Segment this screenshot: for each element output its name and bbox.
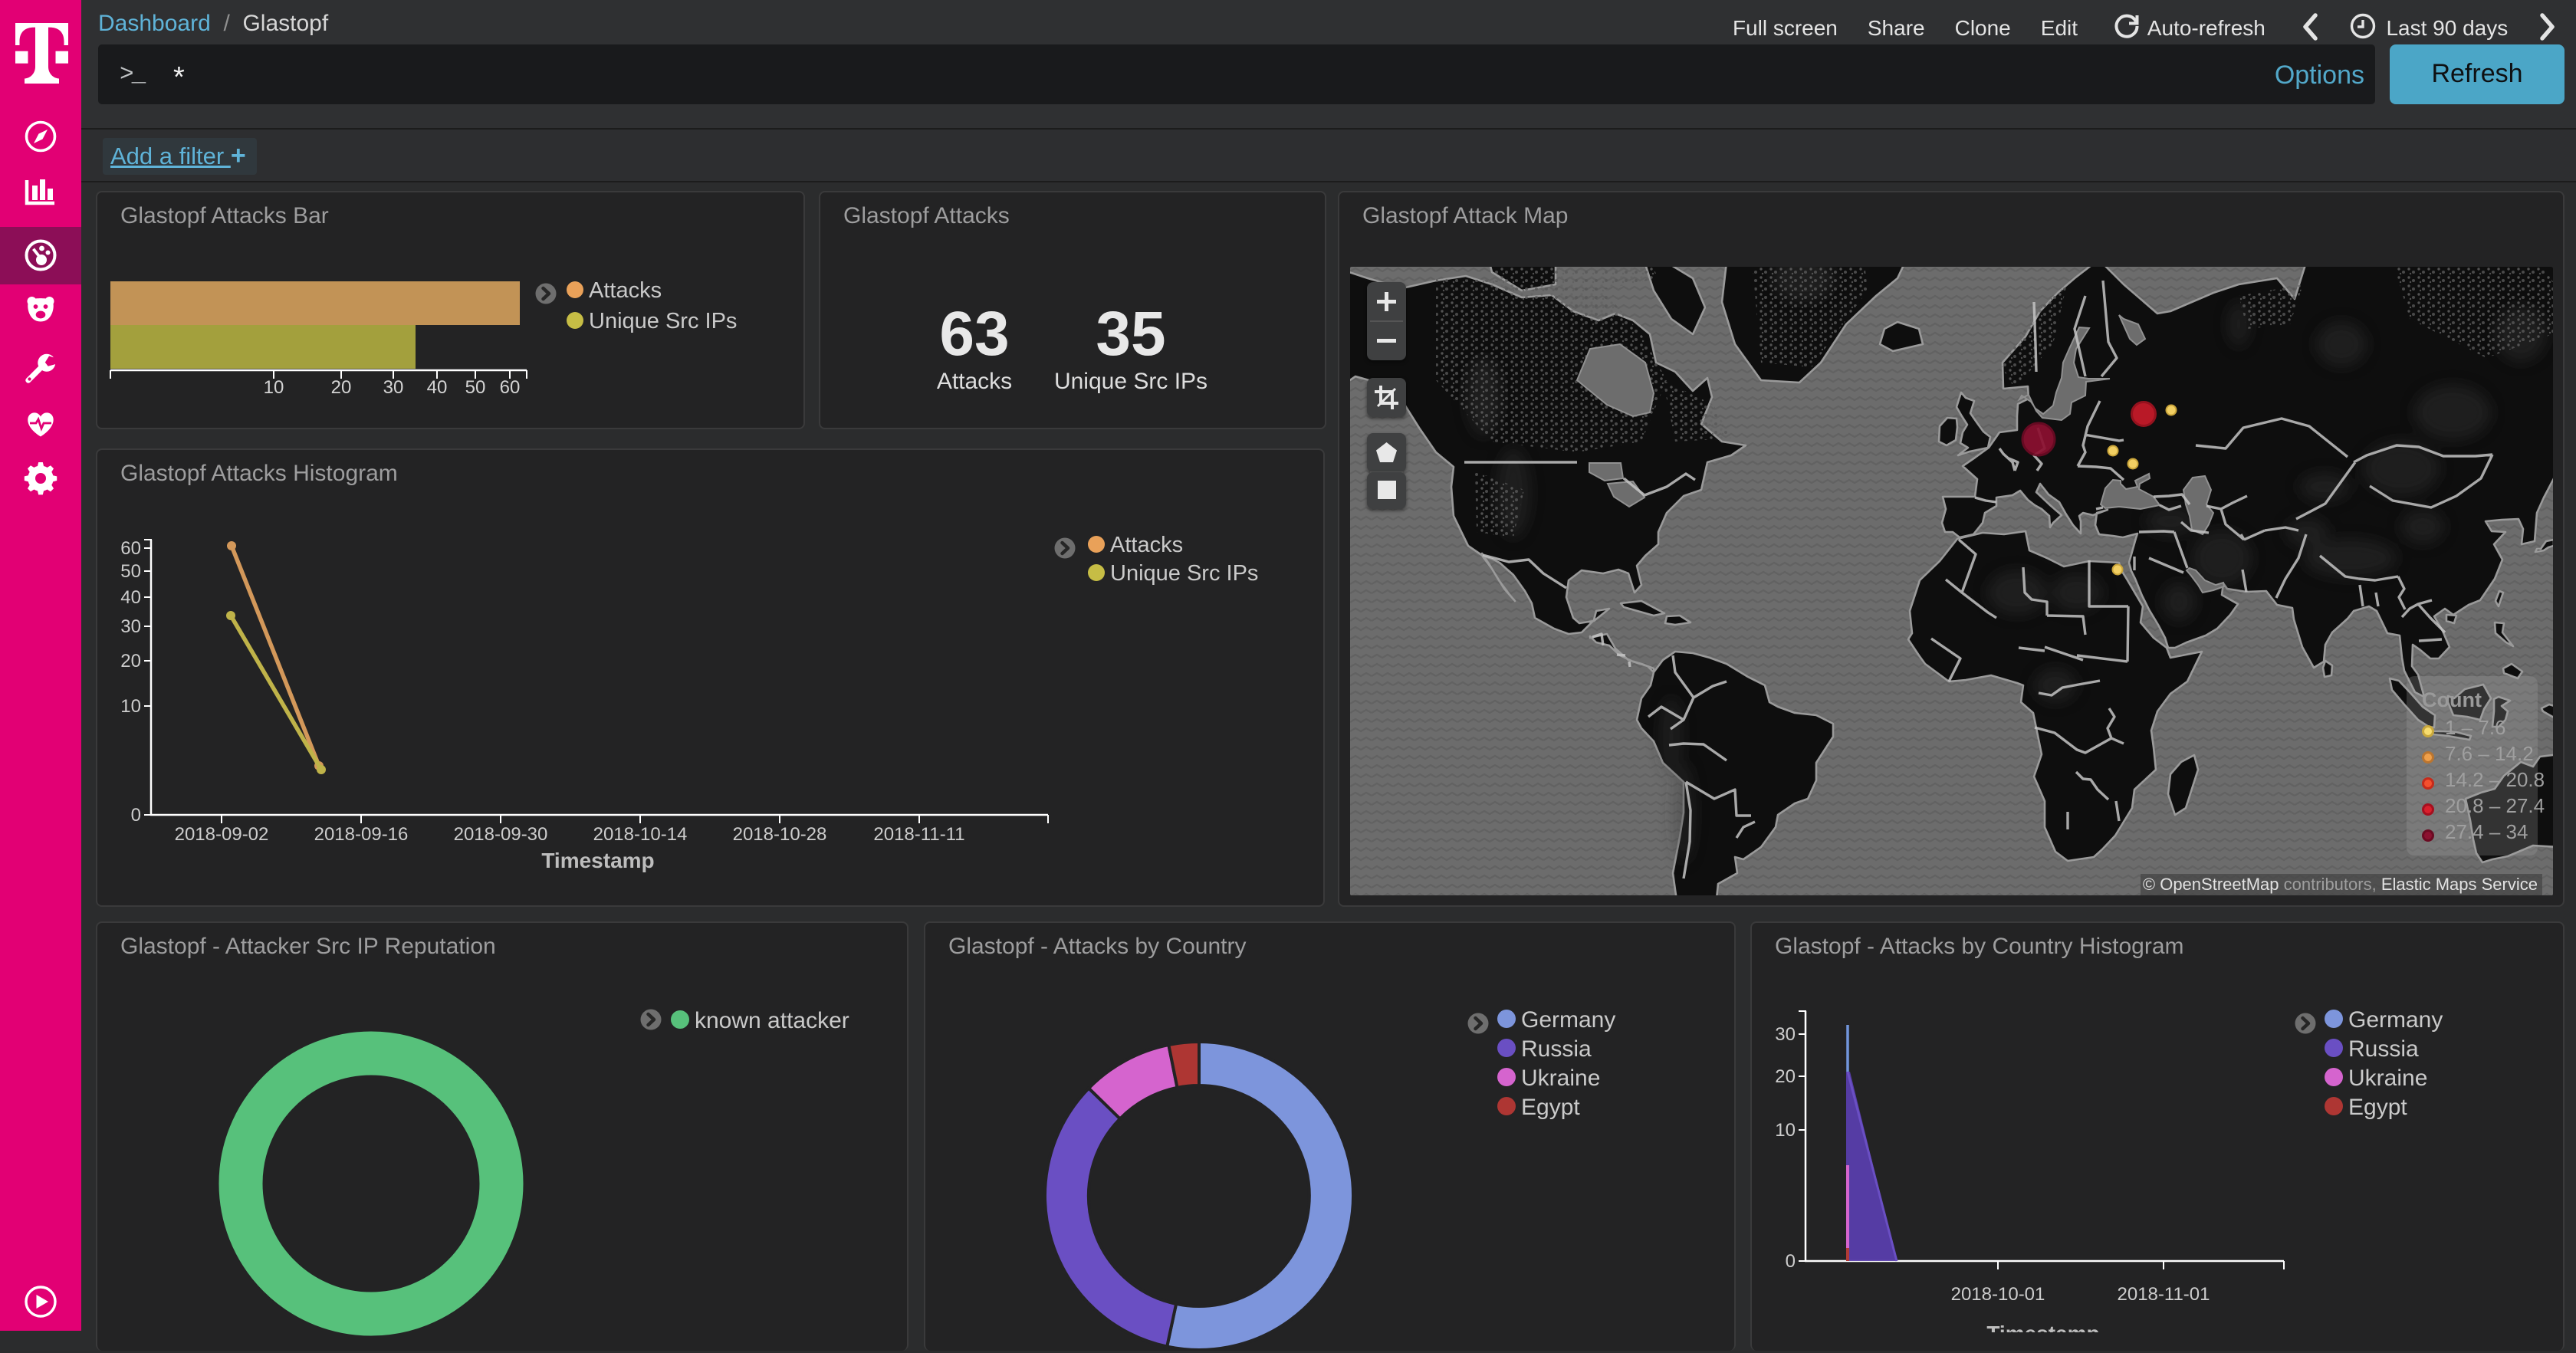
svg-text:50: 50: [120, 561, 141, 582]
svg-text:Egypt: Egypt: [2348, 1095, 2407, 1120]
svg-text:Unique Src IPs: Unique Src IPs: [1110, 561, 1258, 586]
svg-text:Attacks: Attacks: [589, 278, 662, 303]
svg-text:Ukraine: Ukraine: [1521, 1066, 1600, 1091]
svg-text:Ukraine: Ukraine: [2348, 1066, 2427, 1091]
svg-text:60: 60: [120, 538, 141, 559]
svg-text:known attacker: known attacker: [695, 1008, 849, 1033]
svg-text:10: 10: [1775, 1120, 1796, 1141]
svg-text:Timestamp: Timestamp: [541, 849, 654, 872]
svg-text:Unique Src IPs: Unique Src IPs: [589, 309, 737, 333]
svg-text:0: 0: [1786, 1251, 1796, 1272]
svg-text:50: 50: [465, 377, 486, 398]
svg-text:2018-11-11: 2018-11-11: [873, 824, 964, 845]
svg-text:20: 20: [120, 651, 141, 672]
svg-text:Germany: Germany: [2348, 1007, 2443, 1033]
svg-text:40: 40: [427, 377, 448, 398]
svg-text:2018-10-14: 2018-10-14: [593, 824, 688, 845]
svg-text:10: 10: [264, 377, 284, 398]
svg-text:Russia: Russia: [1521, 1036, 1592, 1062]
svg-text:2018-10-01: 2018-10-01: [1951, 1284, 2045, 1305]
svg-text:20: 20: [331, 377, 352, 398]
svg-text:Germany: Germany: [1521, 1007, 1615, 1033]
svg-text:2018-10-28: 2018-10-28: [733, 824, 827, 845]
svg-text:Attacks: Attacks: [1110, 533, 1183, 557]
svg-text:20: 20: [1775, 1066, 1796, 1087]
svg-text:2018-09-02: 2018-09-02: [175, 824, 269, 845]
svg-text:30: 30: [120, 616, 141, 637]
svg-text:2018-09-16: 2018-09-16: [314, 824, 409, 845]
svg-text:10: 10: [120, 696, 141, 717]
svg-text:0: 0: [131, 805, 141, 826]
svg-text:2018-11-01: 2018-11-01: [2118, 1284, 2210, 1305]
svg-text:Egypt: Egypt: [1521, 1095, 1580, 1120]
svg-text:40: 40: [120, 587, 141, 608]
svg-text:30: 30: [1775, 1024, 1796, 1045]
svg-text:Russia: Russia: [2348, 1036, 2419, 1062]
svg-text:60: 60: [500, 377, 521, 398]
svg-text:2018-09-30: 2018-09-30: [454, 824, 548, 845]
svg-text:30: 30: [383, 377, 404, 398]
